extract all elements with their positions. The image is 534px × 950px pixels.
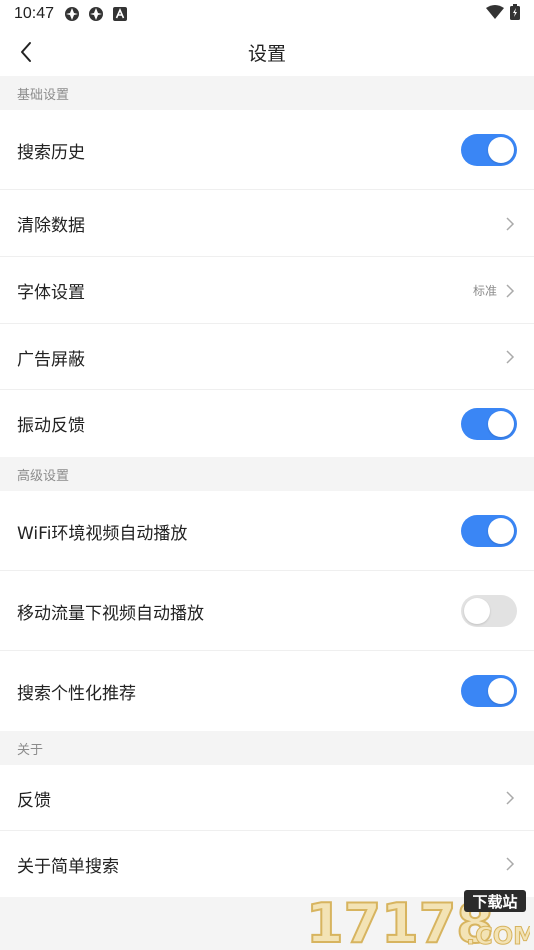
font-setting-value: 标准 bbox=[472, 284, 497, 298]
status-bar: 10:47 bbox=[0, 0, 534, 28]
chevron-right-icon bbox=[506, 791, 515, 805]
back-button[interactable] bbox=[10, 36, 42, 68]
vibration-toggle[interactable] bbox=[461, 407, 517, 440]
row-label: 反馈 bbox=[17, 790, 51, 811]
chevron-right-icon bbox=[506, 283, 515, 298]
search-history-toggle[interactable] bbox=[461, 134, 517, 166]
row-label: 搜索历史 bbox=[17, 142, 85, 163]
row-wifi-autoplay[interactable]: WiFi环境视频自动播放 bbox=[0, 491, 534, 571]
row-label: WiFi环境视频自动播放 bbox=[17, 523, 188, 544]
row-search-history[interactable]: 搜索历史 bbox=[0, 110, 534, 190]
chevron-right-icon bbox=[506, 216, 515, 231]
title-bar: 设置 bbox=[0, 28, 534, 76]
row-vibration-feedback[interactable]: 振动反馈 bbox=[0, 390, 534, 457]
font-a-icon bbox=[112, 6, 128, 22]
watermark-logo: 17178 下载站 .COM bbox=[304, 888, 534, 950]
status-time: 10:47 bbox=[14, 5, 55, 22]
row-label: 字体设置 bbox=[17, 283, 85, 303]
row-label: 搜索个性化推荐 bbox=[17, 683, 136, 704]
row-ad-block[interactable]: 广告屏蔽 bbox=[0, 324, 534, 390]
row-label: 关于简单搜索 bbox=[17, 856, 119, 877]
wifi-autoplay-toggle[interactable] bbox=[461, 515, 517, 547]
battery-icon bbox=[510, 4, 520, 24]
row-mobile-autoplay[interactable]: 移动流量下视频自动播放 bbox=[0, 571, 534, 651]
section-header-about: 关于 bbox=[0, 731, 534, 765]
row-label: 清除数据 bbox=[17, 216, 85, 236]
row-font-settings[interactable]: 字体设置 标准 bbox=[0, 257, 534, 324]
row-label: 广告屏蔽 bbox=[17, 349, 85, 370]
row-personalized-recommendation[interactable]: 搜索个性化推荐 bbox=[0, 651, 534, 731]
row-clear-data[interactable]: 清除数据 bbox=[0, 190, 534, 257]
wifi-icon bbox=[486, 5, 504, 23]
section-header-advanced: 高级设置 bbox=[0, 457, 534, 491]
svg-text:下载站: 下载站 bbox=[472, 893, 517, 911]
svg-text:.COM: .COM bbox=[466, 922, 530, 948]
mobile-autoplay-toggle[interactable] bbox=[461, 595, 517, 627]
row-label: 移动流量下视频自动播放 bbox=[17, 603, 204, 624]
page-title: 设置 bbox=[247, 42, 286, 65]
app-icon bbox=[64, 6, 80, 22]
back-arrow-icon bbox=[21, 42, 31, 62]
section-header-basic: 基础设置 bbox=[0, 76, 534, 110]
row-feedback[interactable]: 反馈 bbox=[0, 765, 534, 831]
personalized-toggle[interactable] bbox=[461, 675, 517, 707]
row-label: 振动反馈 bbox=[17, 416, 85, 436]
status-right bbox=[486, 4, 520, 24]
app-icon bbox=[88, 6, 104, 22]
chevron-right-icon bbox=[506, 350, 515, 364]
chevron-right-icon bbox=[506, 857, 515, 871]
